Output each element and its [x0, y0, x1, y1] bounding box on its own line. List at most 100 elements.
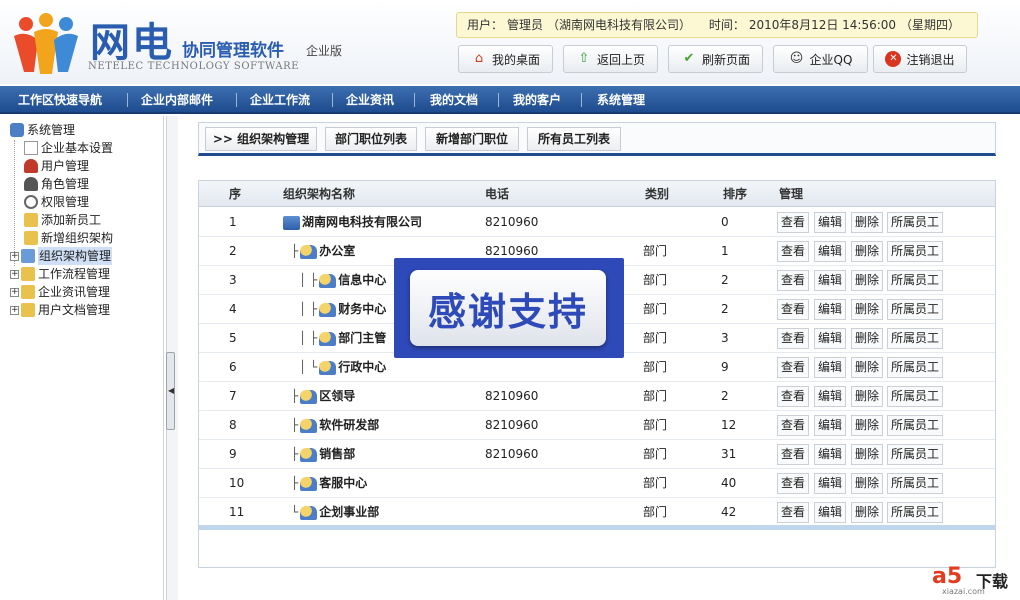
- org-name: 财务中心: [338, 302, 387, 316]
- edit-button[interactable]: 编辑: [814, 212, 846, 233]
- view-button[interactable]: 查看: [777, 415, 809, 436]
- edit-button[interactable]: 编辑: [814, 415, 846, 436]
- col-manage: 管理: [779, 187, 804, 201]
- back-button[interactable]: ⇧ 返回上页: [563, 45, 658, 73]
- enterprise-qq-button[interactable]: ☺ 企业QQ: [773, 45, 868, 73]
- nav-quick-nav[interactable]: 工作区快速导航: [18, 86, 102, 114]
- edit-button[interactable]: 编辑: [814, 357, 846, 378]
- edit-button[interactable]: 编辑: [814, 299, 846, 320]
- logout-button[interactable]: ✕ 注销退出: [873, 45, 967, 73]
- org-name-cell: │ ├ 财务中心: [283, 295, 386, 324]
- org-name-cell: ├ 区领导: [283, 382, 355, 411]
- staff-button[interactable]: 所属员工: [887, 415, 943, 436]
- row-number: 11: [229, 505, 245, 519]
- view-button[interactable]: 查看: [777, 357, 809, 378]
- nav-workflow[interactable]: 企业工作流: [250, 86, 310, 114]
- my-desktop-button[interactable]: ⌂ 我的桌面: [458, 45, 553, 73]
- view-button[interactable]: 查看: [777, 502, 809, 523]
- delete-button[interactable]: 删除: [851, 415, 883, 436]
- row-number: 1: [229, 215, 237, 229]
- view-button[interactable]: 查看: [777, 241, 809, 262]
- nav-system[interactable]: 系统管理: [597, 86, 645, 114]
- user-name: 管理员: [507, 18, 544, 32]
- tree-item-permissions[interactable]: 权限管理: [24, 193, 89, 211]
- refresh-button[interactable]: ✔ 刷新页面: [668, 45, 763, 73]
- time-label: 时间：: [708, 18, 745, 32]
- delete-button[interactable]: 删除: [851, 444, 883, 465]
- edit-button[interactable]: 编辑: [814, 386, 846, 407]
- delete-button[interactable]: 删除: [851, 270, 883, 291]
- nav-divider: [498, 93, 499, 107]
- expand-toggle-icon[interactable]: +: [10, 251, 19, 261]
- staff-button[interactable]: 所属员工: [887, 299, 943, 320]
- tab-position-list[interactable]: 部门职位列表: [325, 127, 417, 151]
- staff-button[interactable]: 所属员工: [887, 328, 943, 349]
- tree-group-workflow[interactable]: + 工作流程管理: [10, 265, 110, 283]
- department-icon: [300, 418, 318, 433]
- nav-documents[interactable]: 我的文档: [430, 86, 478, 114]
- brand-product: 协同管理软件: [182, 41, 284, 61]
- col-order: 排序: [723, 187, 748, 201]
- view-button[interactable]: 查看: [777, 386, 809, 407]
- department-icon: [319, 360, 337, 375]
- tree-item-company-settings[interactable]: 企业基本设置: [24, 139, 113, 157]
- delete-button[interactable]: 删除: [851, 502, 883, 523]
- edit-button[interactable]: 编辑: [814, 328, 846, 349]
- tab-org-manage[interactable]: >> 组织架构管理: [205, 127, 317, 151]
- view-button[interactable]: 查看: [777, 473, 809, 494]
- nav-customers[interactable]: 我的客户: [513, 86, 561, 114]
- tree-item-users[interactable]: 用户管理: [24, 157, 89, 175]
- staff-button[interactable]: 所属员工: [887, 444, 943, 465]
- nav-news[interactable]: 企业资讯: [346, 86, 394, 114]
- delete-button[interactable]: 删除: [851, 328, 883, 349]
- nav-divider: [332, 93, 333, 107]
- view-button[interactable]: 查看: [777, 270, 809, 291]
- row-number: 6: [229, 360, 237, 374]
- edit-button[interactable]: 编辑: [814, 502, 846, 523]
- expand-toggle-icon[interactable]: +: [10, 269, 19, 279]
- staff-button[interactable]: 所属员工: [887, 357, 943, 378]
- tree-connector: │ ├: [299, 302, 318, 316]
- delete-button[interactable]: 删除: [851, 357, 883, 378]
- tab-add-position[interactable]: 新增部门职位: [425, 127, 519, 151]
- tree-group-news[interactable]: + 企业资讯管理: [10, 283, 110, 301]
- staff-button[interactable]: 所属员工: [887, 270, 943, 291]
- order-cell: 31: [721, 447, 737, 461]
- delete-button[interactable]: 删除: [851, 241, 883, 262]
- nav-internal-mail[interactable]: 企业内部邮件: [141, 86, 213, 114]
- staff-button[interactable]: 所属员工: [887, 473, 943, 494]
- view-button[interactable]: 查看: [777, 328, 809, 349]
- expand-toggle-icon[interactable]: +: [10, 287, 19, 297]
- view-button[interactable]: 查看: [777, 444, 809, 465]
- tab-all-employees[interactable]: 所有员工列表: [527, 127, 621, 151]
- tree-item-add-employee[interactable]: 添加新员工: [24, 211, 101, 229]
- org-table: 序 组织架构名称 电话 类别 排序 管理 1 湖南网电科技有限公司 8210960 0…: [198, 180, 996, 568]
- delete-button[interactable]: 删除: [851, 212, 883, 233]
- edit-button[interactable]: 编辑: [814, 444, 846, 465]
- staff-button[interactable]: 所属员工: [887, 241, 943, 262]
- staff-button[interactable]: 所属员工: [887, 502, 943, 523]
- thanks-text: 感谢支持: [427, 289, 588, 334]
- org-name-cell: │ ├ 部门主管: [283, 324, 386, 353]
- tree-item-roles[interactable]: 角色管理: [24, 175, 89, 193]
- edit-button[interactable]: 编辑: [814, 473, 846, 494]
- staff-button[interactable]: 所属员工: [887, 212, 943, 233]
- folder-icon: [24, 213, 38, 227]
- edit-button[interactable]: 编辑: [814, 241, 846, 262]
- view-button[interactable]: 查看: [777, 299, 809, 320]
- delete-button[interactable]: 删除: [851, 386, 883, 407]
- thanks-banner: 感谢支持: [394, 258, 624, 358]
- department-icon: [319, 273, 337, 288]
- view-button[interactable]: 查看: [777, 212, 809, 233]
- order-cell: 0: [721, 215, 729, 229]
- tree-root-system[interactable]: 系统管理: [10, 121, 75, 139]
- delete-button[interactable]: 删除: [851, 299, 883, 320]
- tree-item-add-org[interactable]: 新增组织架构: [24, 229, 113, 247]
- edit-button[interactable]: 编辑: [814, 270, 846, 291]
- delete-button[interactable]: 删除: [851, 473, 883, 494]
- collapse-sidebar-handle[interactable]: ◀: [166, 352, 175, 430]
- staff-button[interactable]: 所属员工: [887, 386, 943, 407]
- expand-toggle-icon[interactable]: +: [10, 305, 19, 315]
- tree-group-documents[interactable]: + 用户文档管理: [10, 301, 110, 319]
- tree-item-org-manage[interactable]: + 组织架构管理: [10, 247, 113, 265]
